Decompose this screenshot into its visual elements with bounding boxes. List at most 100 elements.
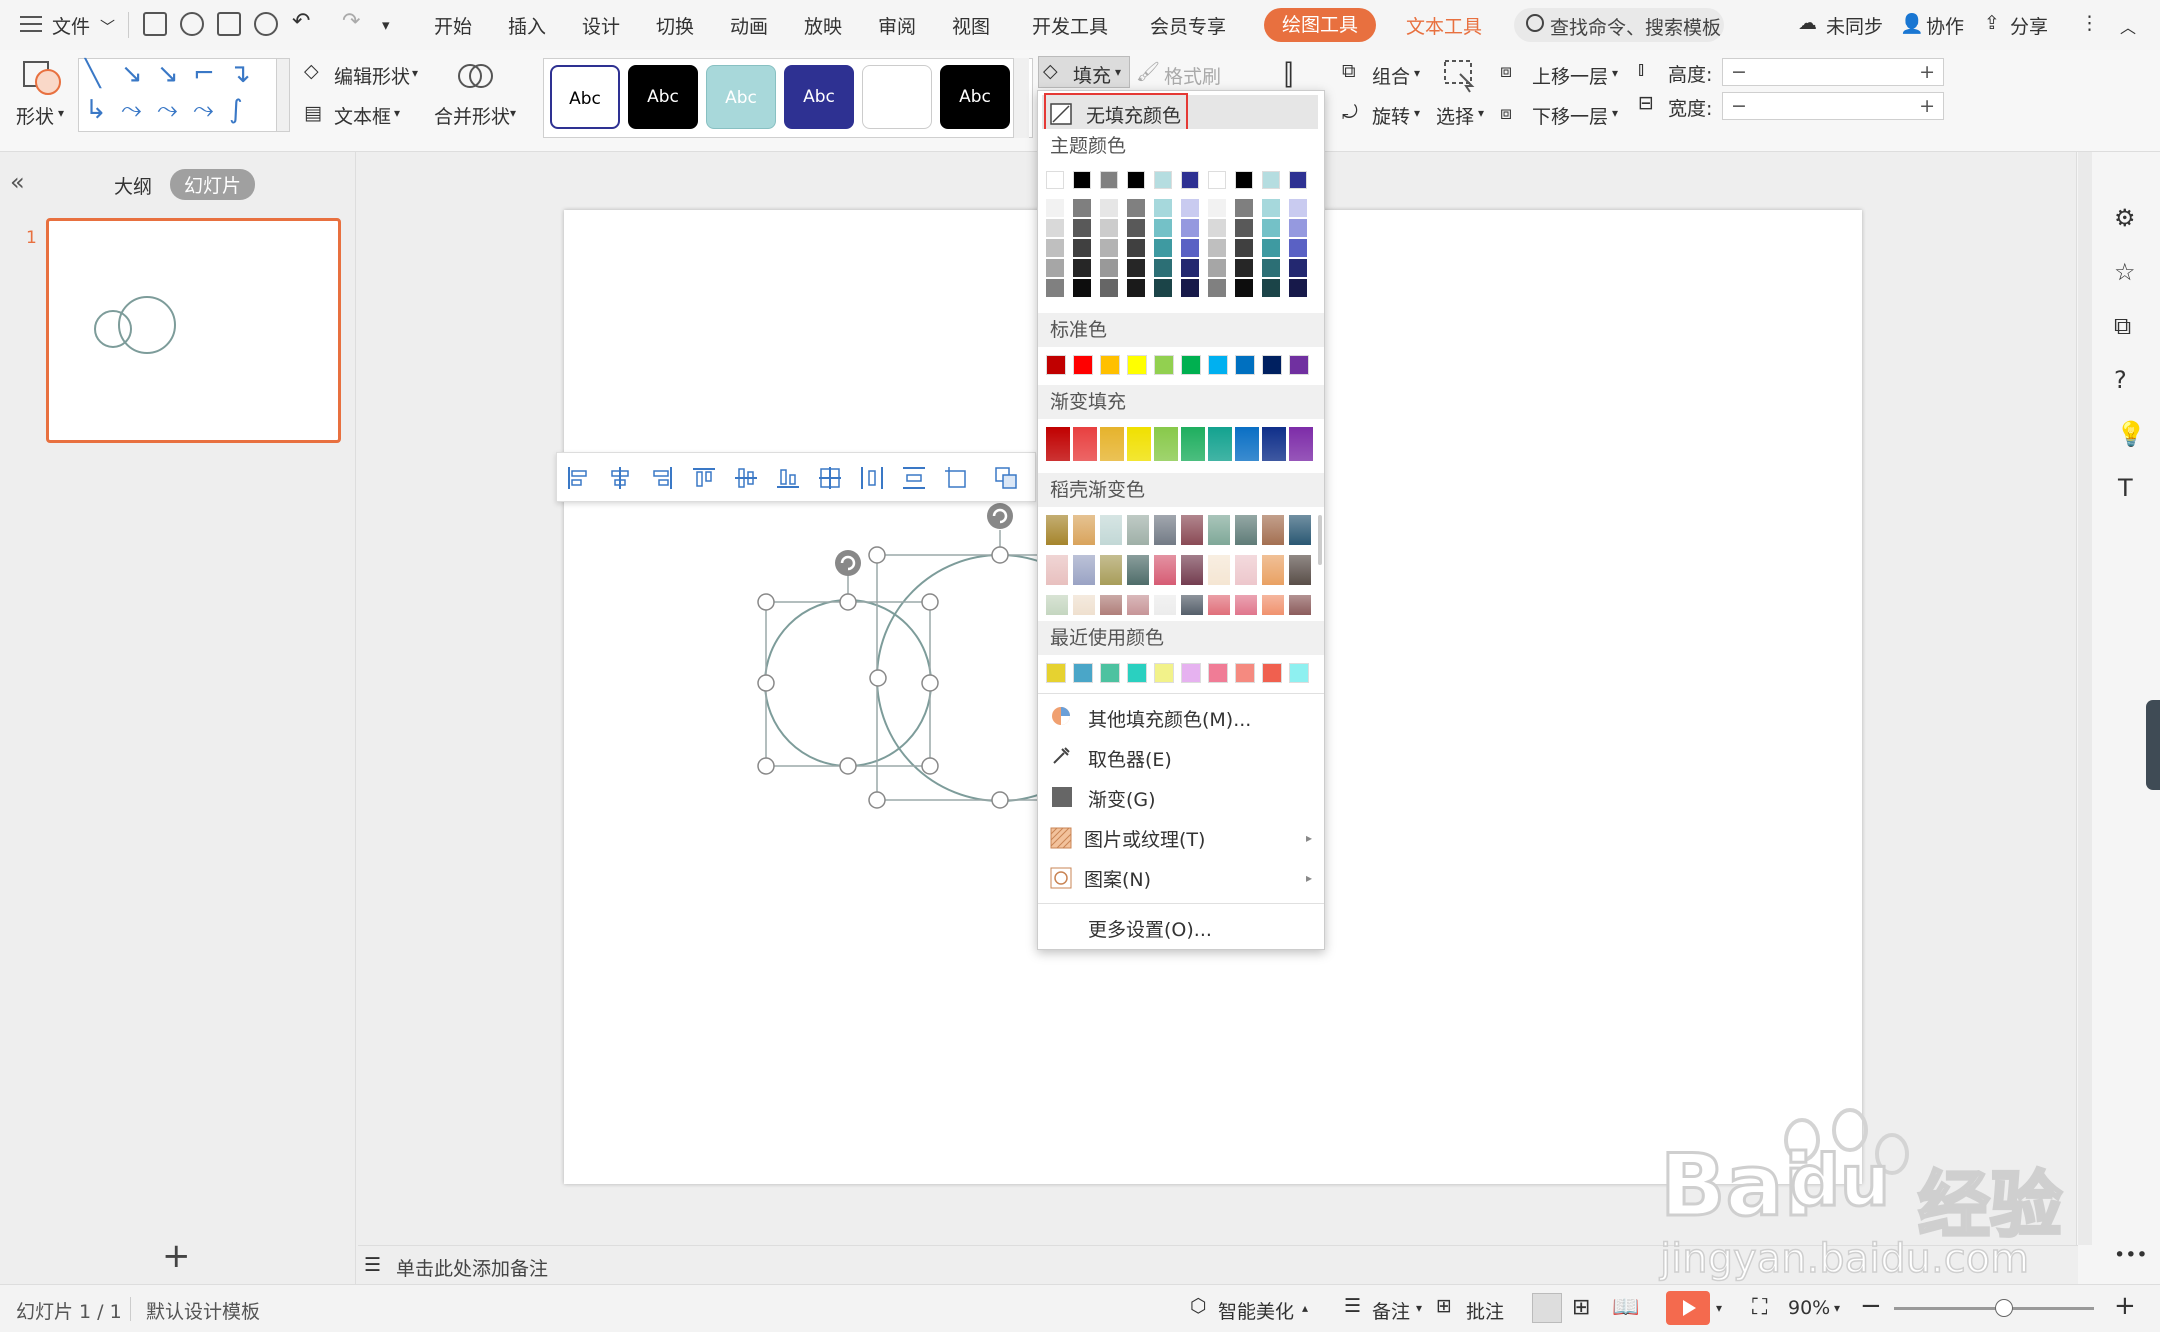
unsynced-label[interactable]: 未同步 [1826,12,1883,39]
standard-color-swatch[interactable] [1100,355,1120,375]
gradient-fill-swatch[interactable] [1289,427,1313,461]
recent-color-swatch[interactable] [1181,663,1201,683]
star-icon[interactable]: ☆ [2114,258,2136,286]
collab-icon[interactable]: 👤 [1900,12,1924,35]
rotate-handle-icon[interactable] [987,503,1013,529]
chevron-down-icon[interactable]: ▾ [1612,66,1618,80]
slide-transition-icon[interactable]: ⧉ [2114,312,2131,340]
theme-shade-swatch[interactable] [1235,219,1253,237]
docer-gradient-swatch[interactable] [1154,515,1176,545]
theme-shade-swatch[interactable] [1100,199,1118,217]
gradient-fill-swatch[interactable] [1127,427,1151,461]
resize-handle[interactable] [757,674,775,692]
fill-button[interactable]: ◇ 填充 ▾ [1038,56,1130,88]
recent-color-swatch[interactable] [1100,663,1120,683]
standard-color-swatch[interactable] [1154,355,1174,375]
align-icon[interactable]: ⫿ [1284,58,1293,92]
chevron-down-icon[interactable]: ▾ [1834,1301,1840,1315]
resize-handle[interactable] [839,593,857,611]
chevron-down-icon[interactable]: ▾ [1416,1301,1422,1315]
reading-view-icon[interactable]: 📖 [1612,1295,1639,1320]
bring-forward-button[interactable]: 上移一层 [1532,62,1608,89]
resize-handle[interactable] [757,757,775,775]
theme-shade-swatch[interactable] [1181,199,1199,217]
circle-small[interactable] [764,599,932,767]
gradient-fill-swatch[interactable] [1262,427,1286,461]
theme-shade-swatch[interactable] [1208,199,1226,217]
theme-shade-swatch[interactable] [1100,279,1118,297]
theme-shade-swatch[interactable] [1127,239,1145,257]
group-button[interactable]: 组合 [1372,62,1410,89]
zoom-level[interactable]: 90% [1788,1297,1830,1319]
comments-button[interactable]: 批注 [1466,1297,1504,1324]
theme-shade-swatch[interactable] [1208,259,1226,277]
theme-shade-swatch[interactable] [1046,279,1064,297]
width-plus-button[interactable]: + [1919,95,1935,117]
distribute-vertical-icon[interactable] [901,465,927,491]
tab-drawing-tools[interactable]: 绘图工具 [1264,8,1376,42]
gradient-fill-swatch[interactable] [1100,427,1124,461]
theme-shade-swatch[interactable] [1262,239,1280,257]
more-settings-item[interactable]: 更多设置(O)... [1088,915,1212,942]
docer-gradient-swatch[interactable] [1235,595,1257,615]
docer-gradient-swatch[interactable] [1208,555,1230,585]
center-on-slide-icon[interactable] [817,465,843,491]
gradient-fill-swatch[interactable] [1046,427,1070,461]
theme-shade-swatch[interactable] [1181,259,1199,277]
theme-color-swatch[interactable] [1046,171,1064,189]
docer-gradient-swatch[interactable] [1208,595,1230,615]
collapse-ribbon-icon[interactable]: ︿ [2120,14,2136,38]
recent-color-swatch[interactable] [1208,663,1228,683]
theme-shade-swatch[interactable] [1046,219,1064,237]
theme-color-swatch[interactable] [1073,171,1091,189]
theme-shade-swatch[interactable] [1289,219,1307,237]
select-button[interactable]: 选择 [1436,102,1474,129]
resize-handle[interactable] [869,669,887,687]
share-icon[interactable]: ⇪ [1984,12,2000,34]
notes-toggle-button[interactable]: 备注 [1372,1297,1410,1324]
chevron-down-icon[interactable]: ▾ [1716,1301,1722,1315]
picture-texture-item[interactable]: 图片或纹理(T) [1084,825,1205,852]
theme-shade-swatch[interactable] [1154,259,1172,277]
theme-shade-swatch[interactable] [1073,279,1091,297]
recent-color-swatch[interactable] [1262,663,1282,683]
beautify-icon[interactable]: ⬡ [1190,1295,1207,1317]
theme-shade-swatch[interactable] [1181,239,1199,257]
docer-gradient-swatch[interactable] [1100,515,1122,545]
chevron-down-icon[interactable]: ▾ [1612,106,1618,120]
palette-scrollbar[interactable] [1318,515,1322,565]
side-handle[interactable] [2146,700,2160,790]
notes-toggle-icon[interactable]: ☰ [1344,1295,1361,1317]
theme-shade-swatch[interactable] [1289,259,1307,277]
docer-gradient-swatch[interactable] [1046,515,1068,545]
eyedropper-item[interactable]: 取色器(E) [1088,745,1172,772]
theme-shade-swatch[interactable] [1154,219,1172,237]
standard-color-swatch[interactable] [1181,355,1201,375]
notes-area[interactable]: ☰ 单击此处添加备注 [358,1245,2078,1285]
theme-shade-swatch[interactable] [1046,239,1064,257]
docer-gradient-swatch[interactable] [1073,515,1095,545]
align-left-icon[interactable] [565,465,591,491]
theme-color-swatch[interactable] [1208,171,1226,189]
template-name[interactable]: 默认设计模板 [146,1297,260,1324]
theme-shade-swatch[interactable] [1046,199,1064,217]
docer-gradient-swatch[interactable] [1289,555,1311,585]
more-icon[interactable]: ••• [2114,1244,2148,1266]
standard-color-swatch[interactable] [1289,355,1309,375]
theme-shade-swatch[interactable] [1100,259,1118,277]
resize-handle[interactable] [757,593,775,611]
gradient-fill-swatch[interactable] [1208,427,1232,461]
theme-color-swatch[interactable] [1181,171,1199,189]
resize-handle[interactable] [921,757,939,775]
theme-shade-swatch[interactable] [1235,199,1253,217]
send-backward-icon[interactable]: ⧈ [1500,102,1512,124]
height-plus-button[interactable]: + [1919,61,1935,83]
theme-shade-swatch[interactable] [1100,219,1118,237]
distribute-horizontal-icon[interactable] [859,465,885,491]
theme-shade-swatch[interactable] [1127,219,1145,237]
bulb-icon[interactable]: 💡 [2116,420,2146,448]
theme-shade-swatch[interactable] [1127,199,1145,217]
resize-handle[interactable] [991,791,1009,809]
docer-gradient-swatch[interactable] [1127,595,1149,615]
theme-shade-swatch[interactable] [1262,199,1280,217]
